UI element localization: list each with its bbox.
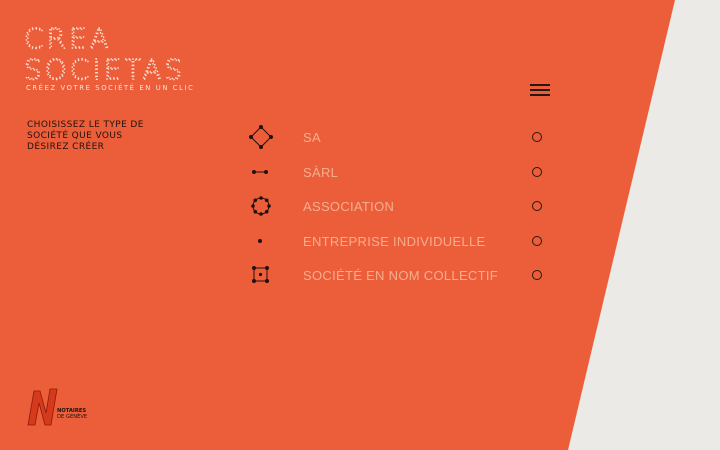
logo-tagline: CRÉEZ VOTRE SOCIÉTÉ EN UN CLIC — [26, 84, 195, 92]
diamond-nodes-icon — [249, 125, 273, 149]
footer-brand: NOTAIRES DE GENÈVE — [57, 408, 88, 421]
square-nodes-icon — [252, 266, 269, 283]
radio-button[interactable] — [532, 236, 542, 246]
radio-button[interactable] — [532, 270, 542, 280]
radio-button[interactable] — [532, 132, 542, 142]
logo-line2: SOCIETAS — [24, 53, 185, 84]
option-label: SÀRL — [303, 165, 339, 180]
option-sa[interactable]: SA — [248, 124, 548, 152]
radio-button[interactable] — [532, 201, 542, 211]
crea-societas-logo: CREA SOCIETAS — [24, 24, 185, 84]
option-label: SA — [303, 130, 321, 145]
option-entreprise-individuelle[interactable]: ENTREPRISE INDIVIDUELLE — [248, 228, 548, 256]
circle-of-dots-icon — [251, 196, 271, 216]
logo-line1: CREA — [24, 24, 112, 55]
option-societe-en-nom-collectif[interactable]: SOCIÉTÉ EN NOM COLLECTIF — [248, 262, 548, 290]
two-dots-line-icon — [252, 170, 268, 174]
radio-button[interactable] — [532, 167, 542, 177]
option-label: ENTREPRISE INDIVIDUELLE — [303, 234, 486, 249]
option-association[interactable]: ASSOCIATION — [248, 193, 548, 221]
single-dot-icon — [258, 239, 262, 243]
hamburger-menu-icon[interactable] — [530, 84, 552, 100]
option-sarl[interactable]: SÀRL — [248, 159, 548, 187]
instruction-text: CHOISISSEZ LE TYPE DE SOCIÉTÉ QUE VOUS D… — [27, 120, 144, 152]
option-label: SOCIÉTÉ EN NOM COLLECTIF — [303, 268, 499, 283]
notaires-logo-icon — [27, 388, 58, 426]
footer-line2: DE GENÈVE — [57, 413, 88, 420]
option-label: ASSOCIATION — [303, 199, 395, 214]
